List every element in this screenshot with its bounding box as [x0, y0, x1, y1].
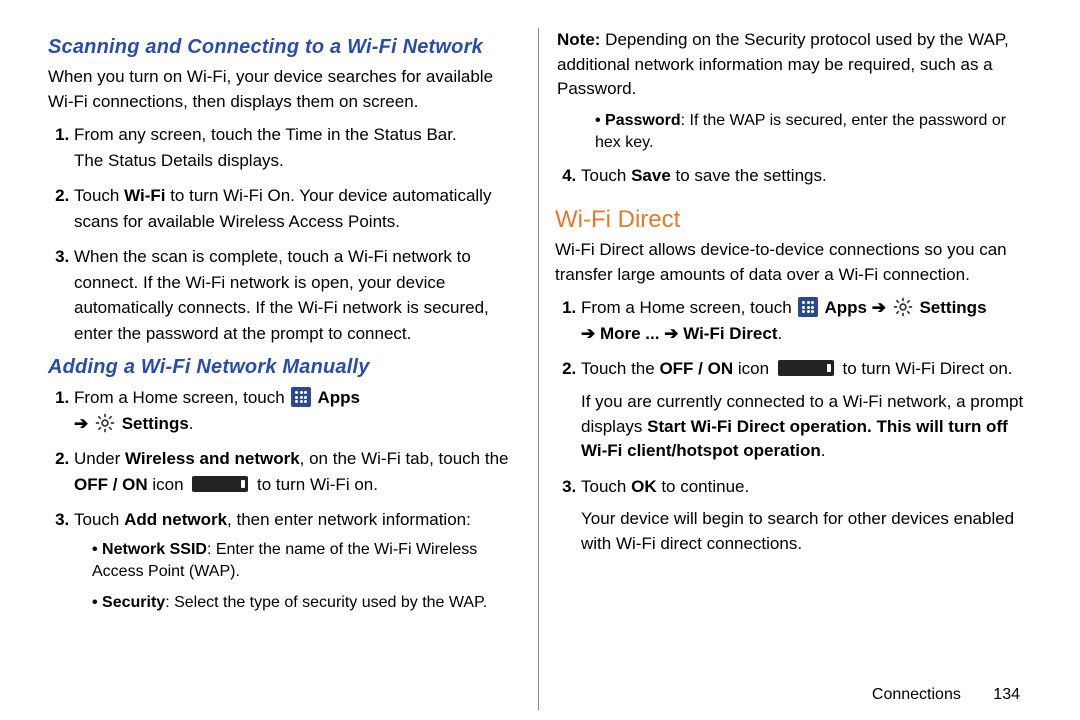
toggle-icon	[778, 360, 834, 376]
apps-icon	[291, 387, 311, 407]
wfd-step-2-note: If you are currently connected to a Wi-F…	[581, 390, 1028, 464]
password-bullet-list: Password: If the WAP is secured, enter t…	[595, 110, 1028, 155]
bullet-password: Password: If the WAP is secured, enter t…	[595, 110, 1028, 155]
wfd-step-3-note: Your device will begin to search for oth…	[581, 507, 1028, 556]
steps-adding-cont: Touch Save to save the settings.	[555, 163, 1028, 189]
intro-wifi-direct: Wi-Fi Direct allows device-to-device con…	[555, 238, 1028, 287]
bullet-security: Security: Select the type of security us…	[92, 592, 522, 614]
steps-wifi-direct: From a Home screen, touch Apps ➔ Setting…	[555, 295, 1028, 556]
footer-section: Connections	[872, 686, 961, 703]
column-left: Scanning and Connecting to a Wi-Fi Netwo…	[48, 28, 538, 710]
bullet-ssid: Network SSID: Enter the name of the Wi-F…	[92, 539, 522, 584]
column-right: Note: Depending on the Security protocol…	[538, 28, 1028, 710]
footer-page-number: 134	[993, 686, 1020, 703]
add-step-1: From a Home screen, touch Apps ➔ Setting…	[74, 385, 522, 436]
note-block: Note: Depending on the Security protocol…	[555, 28, 1028, 102]
intro-scanning: When you turn on Wi-Fi, your device sear…	[48, 65, 522, 114]
scan-step-1: From any screen, touch the Time in the S…	[74, 122, 522, 173]
wfd-step-1: From a Home screen, touch Apps ➔ Setting…	[581, 295, 1028, 346]
wfd-step-3: Touch OK to continue. Your device will b…	[581, 474, 1028, 557]
settings-icon	[95, 413, 115, 433]
add-step-4: Touch Save to save the settings.	[581, 163, 1028, 189]
wfd-step-2: Touch the OFF / ON icon to turn Wi-Fi Di…	[581, 356, 1028, 463]
manual-page: Scanning and Connecting to a Wi-Fi Netwo…	[0, 0, 1080, 720]
add-step-3-bullets: Network SSID: Enter the name of the Wi-F…	[92, 539, 522, 614]
add-step-2: Under Wireless and network, on the Wi-Fi…	[74, 446, 522, 497]
heading-adding: Adding a Wi-Fi Network Manually	[48, 356, 522, 379]
steps-adding: From a Home screen, touch Apps ➔ Setting…	[48, 385, 522, 614]
settings-icon	[893, 297, 913, 317]
toggle-icon	[192, 476, 248, 492]
steps-scanning: From any screen, touch the Time in the S…	[48, 122, 522, 346]
heading-scanning: Scanning and Connecting to a Wi-Fi Netwo…	[48, 36, 522, 59]
heading-wifi-direct: Wi-Fi Direct	[555, 206, 1028, 234]
scan-step-2: Touch Wi-Fi to turn Wi-Fi On. Your devic…	[74, 183, 522, 234]
page-footer: Connections 134	[872, 686, 1020, 704]
apps-icon	[798, 297, 818, 317]
scan-step-3: When the scan is complete, touch a Wi-Fi…	[74, 244, 522, 346]
add-step-3: Touch Add network, then enter network in…	[74, 507, 522, 614]
